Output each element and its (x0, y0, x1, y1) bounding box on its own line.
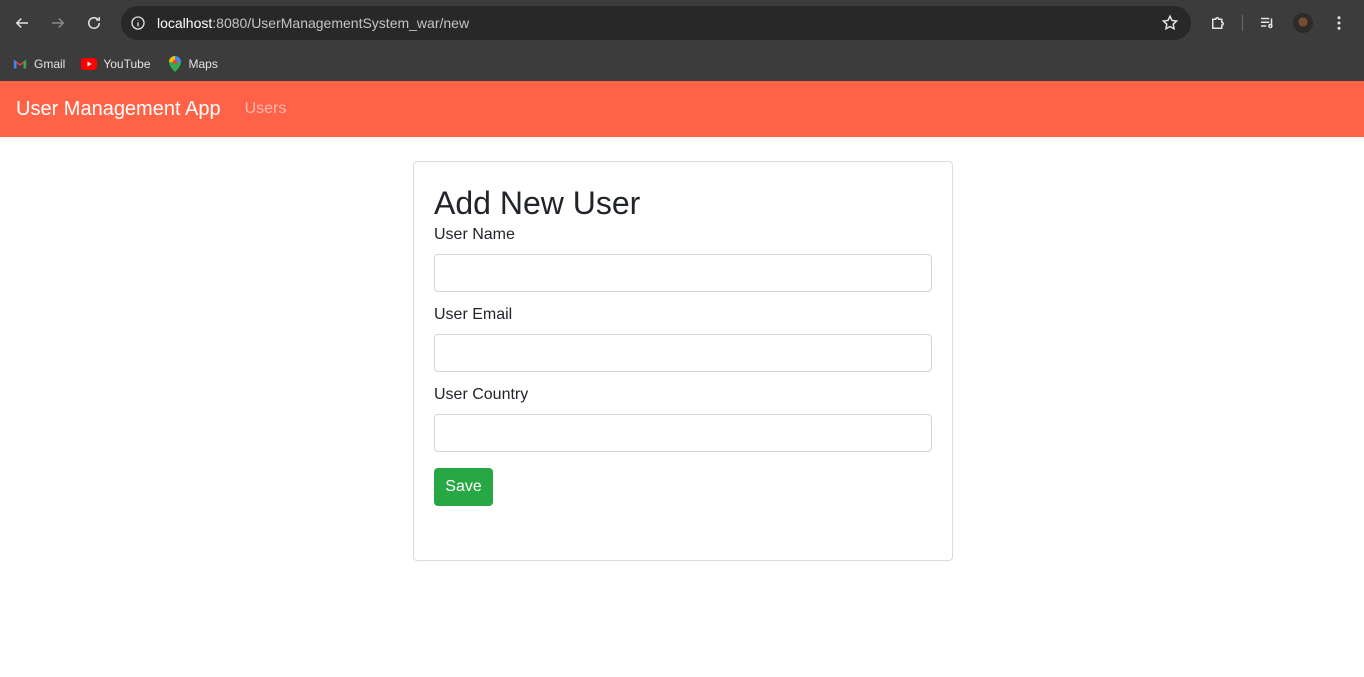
user-email-group: User Email (434, 306, 932, 373)
add-user-card: Add New User User Name User Email User C… (413, 161, 953, 561)
user-name-group: User Name (434, 226, 932, 293)
puzzle-icon (1212, 17, 1224, 29)
bookmark-label: Gmail (34, 56, 66, 71)
gmail-icon (12, 56, 28, 72)
toolbar-separator (1242, 15, 1243, 31)
media-controls-button[interactable] (1253, 9, 1281, 37)
arrow-right-icon (52, 17, 65, 29)
app-navbar: User Management App Users (0, 81, 1364, 137)
profile-button[interactable] (1289, 9, 1317, 37)
bookmark-label: YouTube (103, 56, 151, 71)
reload-icon (88, 17, 100, 29)
save-button[interactable]: Save (434, 468, 493, 507)
forward-button[interactable] (44, 9, 72, 37)
user-name-label: User Name (434, 226, 515, 244)
page-title: Add New User (434, 185, 641, 221)
maps-icon (167, 55, 183, 72)
user-country-input[interactable] (434, 414, 932, 453)
youtube-icon (81, 56, 98, 72)
url-text[interactable]: localhost:8080/UserManagementSystem_war/… (157, 15, 469, 31)
browser-chrome: localhost:8080/UserManagementSystem_war/… (0, 0, 1364, 81)
browser-toolbar: localhost:8080/UserManagementSystem_war/… (0, 0, 1364, 46)
navbar-brand[interactable]: User Management App (16, 98, 221, 121)
site-info-icon[interactable] (129, 14, 147, 32)
bookmark-maps[interactable]: Maps (167, 55, 218, 72)
bookmark-youtube[interactable]: YouTube (81, 56, 151, 72)
address-bar[interactable]: localhost:8080/UserManagementSystem_war/… (121, 6, 1191, 40)
bookmark-label: Maps (188, 56, 218, 71)
user-name-input[interactable] (434, 254, 932, 293)
reload-button[interactable] (80, 9, 108, 37)
user-country-group: User Country (434, 386, 932, 453)
bookmark-gmail[interactable]: Gmail (12, 56, 65, 72)
menu-button[interactable] (1325, 9, 1353, 37)
url-path: :8080/UserManagementSystem_war/new (212, 15, 470, 31)
browser-actions (1204, 9, 1353, 37)
user-country-label: User Country (434, 386, 529, 404)
user-email-input[interactable] (434, 334, 932, 373)
extensions-button[interactable] (1204, 9, 1232, 37)
avatar (1293, 13, 1313, 33)
bookmarks-bar: Gmail YouTube Maps (0, 46, 1364, 81)
playlist-icon (1261, 17, 1273, 29)
url-host: localhost (157, 15, 213, 31)
more-vertical-icon (1337, 16, 1341, 30)
arrow-left-icon (15, 17, 28, 29)
user-email-label: User Email (434, 306, 513, 324)
bookmark-star-icon[interactable] (1161, 14, 1179, 32)
back-button[interactable] (8, 9, 36, 37)
nav-link-users[interactable]: Users (245, 100, 287, 118)
